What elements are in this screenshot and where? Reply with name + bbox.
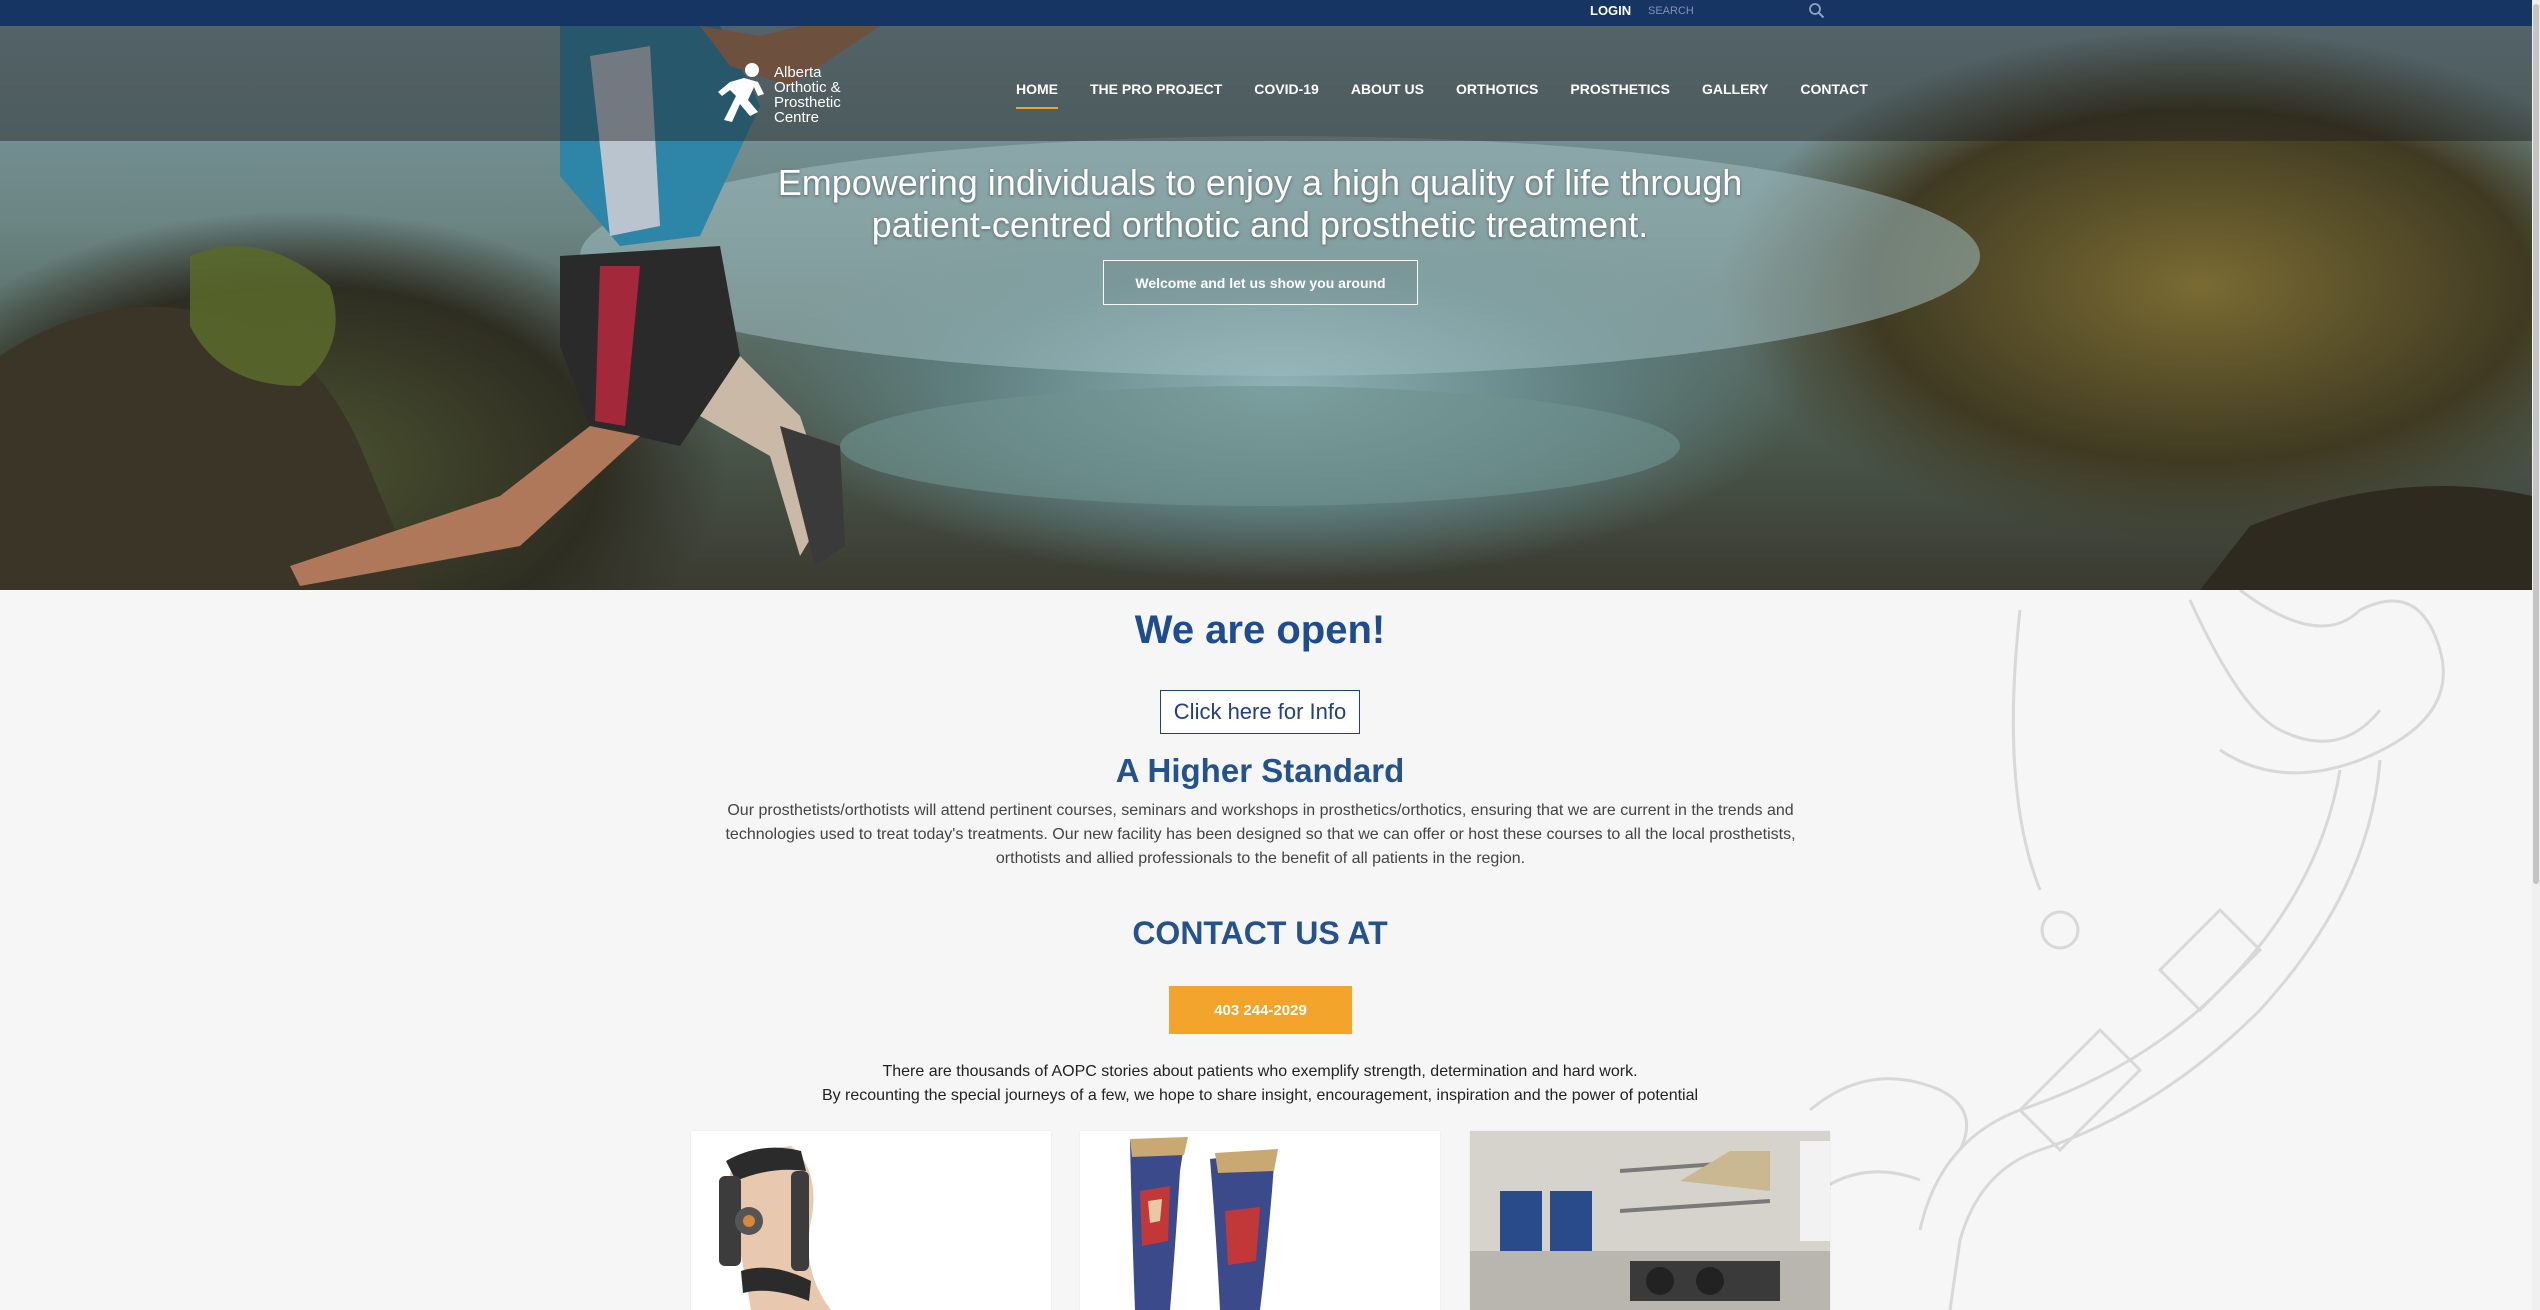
info-button[interactable]: Click here for Info bbox=[1160, 690, 1360, 734]
nav-about-us[interactable]: ABOUT US bbox=[1335, 81, 1440, 97]
section-title-contact: CONTACT US AT bbox=[1132, 915, 1388, 951]
hero-title: Empowering individuals to enjoy a high q… bbox=[760, 162, 1760, 246]
card-prosthetic-legs[interactable] bbox=[1080, 1131, 1440, 1310]
welcome-button[interactable]: Welcome and let us show you around bbox=[1103, 260, 1418, 305]
top-bar: LOGIN bbox=[0, 0, 2540, 26]
hero-title-line-2: patient-centred orthotic and prosthetic … bbox=[871, 204, 1649, 245]
phone-button[interactable]: 403 244-2029 bbox=[1169, 986, 1352, 1034]
open-title: We are open! bbox=[1134, 608, 1386, 652]
logo-text: Alberta Orthotic & Prosthetic Centre bbox=[774, 64, 841, 126]
clinic-room-image bbox=[1470, 1131, 1830, 1310]
hero-title-line-1: Empowering individuals to enjoy a high q… bbox=[777, 162, 1743, 203]
nav-orthotics[interactable]: ORTHOTICS bbox=[1440, 81, 1554, 97]
search-box bbox=[1644, 1, 1834, 20]
search-icon[interactable] bbox=[1808, 2, 1826, 20]
runner-logo-icon bbox=[718, 63, 764, 122]
nav-prosthetics[interactable]: PROSTHETICS bbox=[1554, 81, 1686, 97]
higher-standard-text: Our prosthetists/orthotists will attend … bbox=[725, 802, 1796, 867]
nav-gallery[interactable]: GALLERY bbox=[1686, 81, 1784, 97]
search-input[interactable] bbox=[1644, 1, 1804, 20]
prosthetic-legs-image bbox=[1130, 1137, 1278, 1310]
card-knee-brace[interactable] bbox=[691, 1131, 1051, 1310]
stories-line-1: There are thousands of AOPC stories abou… bbox=[882, 1063, 1638, 1080]
stories-text: There are thousands of AOPC stories abou… bbox=[0, 1060, 2520, 1108]
nav-covid-19[interactable]: COVID-19 bbox=[1238, 81, 1335, 97]
site-logo[interactable]: Alberta Orthotic & Prosthetic Centre bbox=[714, 60, 864, 130]
login-link[interactable]: LOGIN bbox=[1590, 3, 1631, 18]
nav-contact[interactable]: CONTACT bbox=[1784, 81, 1883, 97]
knee-brace-image bbox=[719, 1146, 831, 1310]
main-nav: HOME THE PRO PROJECT COVID-19 ABOUT US O… bbox=[1000, 81, 1884, 109]
card-clinic-room[interactable] bbox=[1470, 1131, 1830, 1310]
nav-pro-project[interactable]: THE PRO PROJECT bbox=[1074, 81, 1238, 97]
scrollbar-thumb[interactable] bbox=[2533, 4, 2539, 884]
stories-line-2: By recounting the special journeys of a … bbox=[821, 1087, 1699, 1104]
hero-banner: Alberta Orthotic & Prosthetic Centre HOM… bbox=[0, 26, 2532, 590]
nav-home[interactable]: HOME bbox=[1000, 81, 1074, 109]
section-title-higher-standard: A Higher Standard bbox=[1115, 752, 1405, 789]
